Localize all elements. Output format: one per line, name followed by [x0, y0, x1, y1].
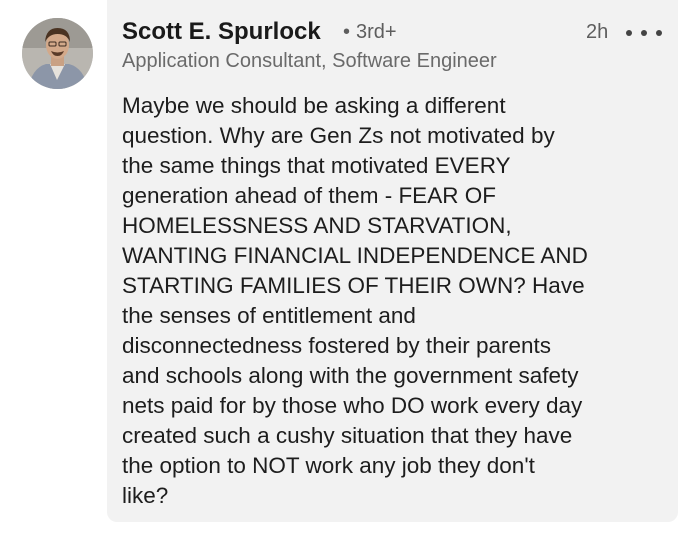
comment-text: Maybe we should be asking a different qu…	[122, 93, 588, 508]
author-avatar[interactable]	[22, 18, 93, 89]
more-options-icon[interactable]	[626, 23, 662, 43]
more-dot	[641, 30, 647, 36]
timestamp: 2h	[586, 21, 609, 43]
comment-bubble: Scott E. Spurlock • 3rd+ 2h Application C…	[107, 0, 678, 522]
connection-degree: • 3rd+	[343, 21, 397, 44]
author-name[interactable]: Scott E. Spurlock	[122, 18, 321, 46]
more-dot	[656, 30, 662, 36]
avatar-photo	[22, 18, 93, 89]
separator-dot: •	[343, 21, 351, 43]
connection-degree-label: 3rd+	[356, 21, 397, 43]
more-dot	[626, 30, 632, 36]
author-headline: Application Consultant, Software Enginee…	[122, 50, 497, 72]
